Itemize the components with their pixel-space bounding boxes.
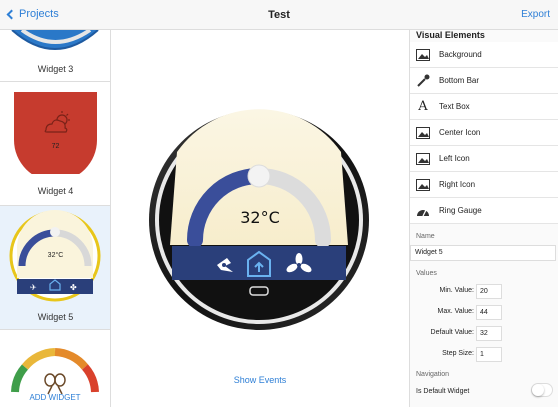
widget-list: Widget 3 72 Widget 4 ✈ ✤ 32°C Widget 5 A… [0, 30, 111, 407]
widget-preview: 32°C Show Events [111, 30, 409, 407]
min-value-field[interactable]: 20 [476, 284, 502, 299]
add-widget-button[interactable]: ADD WIDGET [0, 393, 110, 402]
ve-ring-gauge[interactable]: Ring Gauge [410, 198, 558, 224]
default-value-field[interactable]: 32 [476, 326, 502, 341]
widget-4-label: Widget 4 [37, 186, 74, 196]
image-icon [416, 178, 430, 192]
gauge-icon [416, 204, 430, 218]
ve-text-box[interactable]: A Text Box [410, 94, 558, 120]
max-value-field[interactable]: 44 [476, 305, 502, 320]
min-value-label: Min. Value: [439, 287, 475, 294]
svg-text:✤: ✤ [70, 283, 77, 292]
nav-bar: Projects Test Export [0, 0, 558, 30]
max-value-row: Max. Value: 44 [409, 305, 558, 321]
widget-card-5[interactable]: ✈ ✤ 32°C Widget 5 [0, 206, 110, 330]
ve-right-icon[interactable]: Right Icon [410, 172, 558, 198]
text-icon: A [418, 99, 428, 114]
default-widget-toggle[interactable] [531, 383, 553, 397]
page-title: Test [268, 9, 290, 21]
ve-background[interactable]: Background [410, 42, 558, 68]
svg-text:✈: ✈ [30, 283, 37, 292]
name-field[interactable]: Widget 5 [410, 245, 556, 261]
step-size-row: Step Size: 1 [409, 347, 558, 363]
widget-4-temp: 72 [51, 143, 60, 150]
name-section-label: Name [416, 233, 435, 240]
step-size-label: Step Size: [442, 350, 474, 357]
values-section-label: Values [416, 270, 437, 277]
widget-3-label: Widget 3 [37, 64, 74, 74]
image-icon [416, 152, 430, 166]
export-button[interactable]: Export [521, 9, 550, 20]
eyedropper-icon [416, 74, 430, 88]
default-value-label: Default Value: [430, 329, 474, 336]
visual-elements-title: Visual Elements [416, 30, 485, 40]
widget-5-temp: 32°C [47, 252, 64, 259]
widget-card-4[interactable]: 72 Widget 4 [0, 82, 110, 206]
toggle-knob [532, 384, 544, 396]
ve-left-icon[interactable]: Left Icon [410, 146, 558, 172]
show-events-button[interactable]: Show Events [111, 375, 409, 385]
ve-bottom-bar[interactable]: Bottom Bar [410, 68, 558, 94]
ribbon-icon [44, 373, 66, 395]
ve-center-icon[interactable]: Center Icon [410, 120, 558, 146]
default-widget-label: Is Default Widget [416, 388, 470, 395]
widget-3-thumbnail [11, 30, 99, 50]
step-size-field[interactable]: 1 [476, 347, 502, 362]
widget-5-label: Widget 5 [37, 312, 74, 322]
min-value-row: Min. Value: 20 [409, 284, 558, 300]
thermostat-preview [149, 109, 369, 330]
widget-4-thumbnail [14, 92, 97, 174]
preview-temperature: 32°C [240, 208, 280, 227]
max-value-label: Max. Value: [437, 308, 474, 315]
widget-card-3[interactable]: Widget 3 [0, 30, 110, 82]
default-value-row: Default Value: 32 [409, 326, 558, 342]
image-icon [416, 126, 430, 140]
navigation-section-label: Navigation [416, 371, 450, 378]
image-icon [416, 48, 430, 62]
